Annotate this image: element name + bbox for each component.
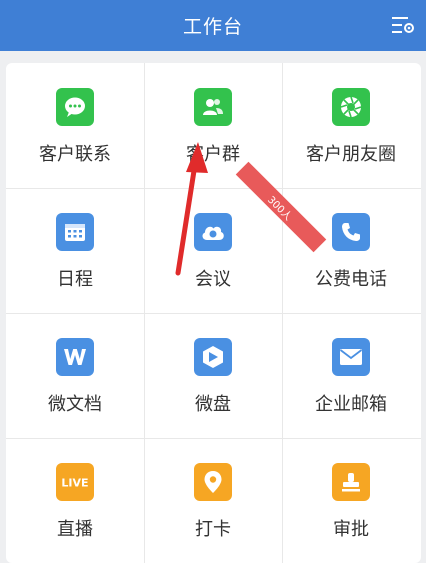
page-title: 工作台: [182, 16, 243, 38]
cloud-meeting-icon: [194, 213, 232, 251]
settings-list-icon[interactable]: [391, 14, 415, 36]
app-label: 企业邮箱: [315, 394, 387, 415]
app-check-in[interactable]: 打卡: [144, 438, 282, 563]
app-micro-docs[interactable]: 微文档: [6, 313, 144, 438]
app-label: 直播: [57, 519, 93, 540]
mail-icon: [332, 338, 370, 376]
stamp-icon: [332, 463, 370, 501]
app-label: 客户联系: [39, 144, 111, 165]
app-grid: 客户联系 客户群 客户朋友圈 日程 会议 公费电话 微文档 微盘 企业邮箱 LI…: [6, 63, 421, 563]
drive-icon: [194, 338, 232, 376]
app-header: 工作台: [0, 0, 426, 51]
app-grid-panel: 客户联系 客户群 客户朋友圈 日程 会议 公费电话 微文档 微盘 企业邮箱 LI…: [6, 63, 421, 563]
app-public-phone[interactable]: 公费电话: [282, 188, 420, 313]
phone-icon: [332, 213, 370, 251]
app-label: 公费电话: [315, 269, 387, 290]
app-label: 审批: [333, 519, 369, 540]
document-w-icon: [56, 338, 94, 376]
chat-bubble-icon: [56, 88, 94, 126]
app-micro-drive[interactable]: 微盘: [144, 313, 282, 438]
app-label: 打卡: [195, 519, 231, 540]
app-label: 微文档: [48, 394, 102, 415]
app-live[interactable]: LIVE 直播: [6, 438, 144, 563]
app-label: 客户群: [186, 144, 240, 165]
app-customer-group[interactable]: 客户群: [144, 63, 282, 188]
app-schedule[interactable]: 日程: [6, 188, 144, 313]
svg-text:LIVE: LIVE: [61, 477, 88, 490]
app-label: 客户朋友圈: [306, 144, 396, 165]
app-customer-moments[interactable]: 客户朋友圈: [282, 63, 420, 188]
app-label: 日程: [57, 269, 93, 290]
app-customer-contact[interactable]: 客户联系: [6, 63, 144, 188]
calendar-icon: [56, 213, 94, 251]
app-meeting[interactable]: 会议: [144, 188, 282, 313]
aperture-icon: [332, 88, 370, 126]
group-icon: [194, 88, 232, 126]
app-approval[interactable]: 审批: [282, 438, 420, 563]
app-enterprise-mail[interactable]: 企业邮箱: [282, 313, 420, 438]
location-pin-icon: [194, 463, 232, 501]
app-label: 会议: [195, 269, 231, 290]
live-icon: LIVE: [56, 463, 94, 501]
app-label: 微盘: [195, 394, 231, 415]
